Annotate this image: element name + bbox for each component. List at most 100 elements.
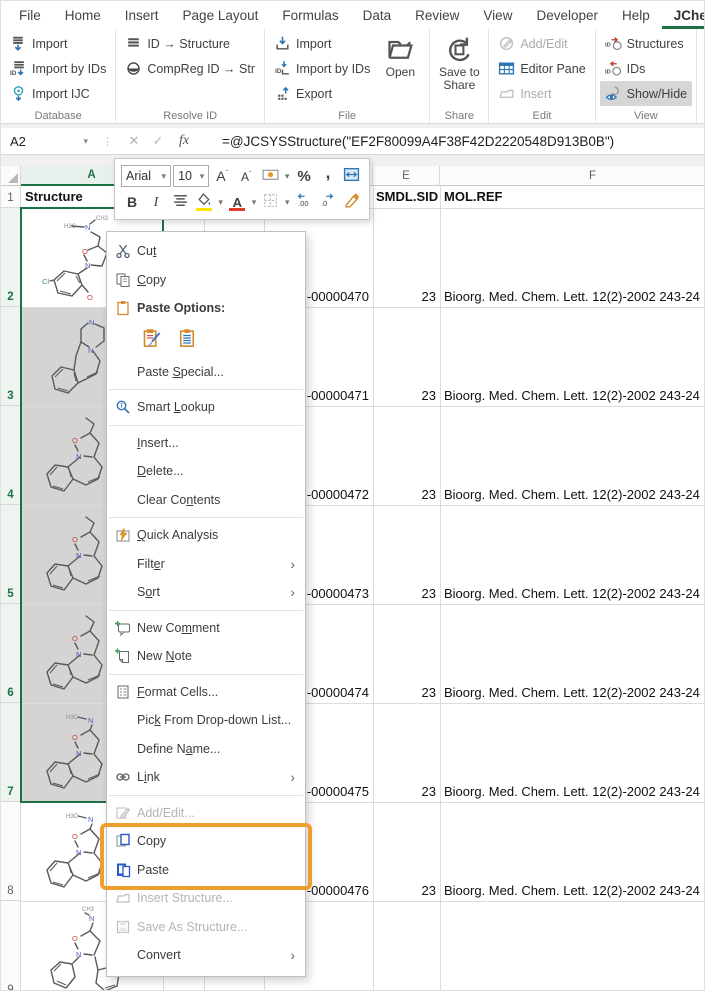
menu-item-insert[interactable]: Insert...	[107, 429, 305, 458]
menu-item-quick-analysis[interactable]: Quick Analysis	[107, 521, 305, 550]
menu-item-new-note[interactable]: New Note	[107, 642, 305, 671]
menu-item-sort[interactable]: Sort›	[107, 578, 305, 607]
row-header-8[interactable]: 8	[1, 802, 21, 901]
font-size-combo[interactable]: 10▾	[173, 165, 209, 187]
tab-help[interactable]: Help	[610, 3, 662, 29]
menu-item-insert-structure[interactable]: Insert Structure...	[107, 884, 305, 913]
name-box[interactable]: A2 ▾	[2, 131, 94, 152]
ribbon-button-editor-pane[interactable]: Editor Pane	[493, 56, 590, 81]
tab-review[interactable]: Review	[403, 3, 471, 29]
select-all-corner[interactable]	[1, 166, 21, 186]
cell-smdl-sid-row-5[interactable]: 23	[375, 586, 436, 601]
row-header-2[interactable]: 2	[1, 208, 21, 307]
tab-insert[interactable]: Insert	[113, 3, 171, 29]
tab-page-layout[interactable]: Page Layout	[171, 3, 271, 29]
tab-view[interactable]: View	[471, 3, 524, 29]
menu-item-add-edit[interactable]: Add/Edit...	[107, 799, 305, 828]
cell-mol-ref-row-6[interactable]: Bioorg. Med. Chem. Lett. 12(2)-2002 243-…	[444, 685, 705, 700]
menu-item-save-as-structure[interactable]: Save As Structure...	[107, 913, 305, 942]
ribbon-button-open[interactable]: Open	[375, 31, 425, 79]
accounting-format-button[interactable]	[259, 165, 281, 187]
cell-mol-ref-row-5[interactable]: Bioorg. Med. Chem. Lett. 12(2)-2002 243-…	[444, 586, 705, 601]
cell-mol-ref-row-4[interactable]: Bioorg. Med. Chem. Lett. 12(2)-2002 243-…	[444, 487, 705, 502]
menu-item-new-comment[interactable]: New Comment	[107, 614, 305, 643]
row-header-4[interactable]: 4	[1, 406, 21, 505]
cell-mol-ref-row-3[interactable]: Bioorg. Med. Chem. Lett. 12(2)-2002 243-…	[444, 388, 705, 403]
ribbon-button-import[interactable]: Import	[269, 31, 375, 56]
menu-item-copy[interactable]: Copy	[107, 266, 305, 295]
tab-jchem[interactable]: JChem	[662, 3, 704, 29]
menu-item-pick-from-list[interactable]: Pick From Drop-down List...	[107, 706, 305, 735]
formula-input[interactable]: =@JCSYSStructure("EF2F80099A4F38F42D2220…	[198, 134, 614, 149]
increase-decimal-button[interactable]: .00	[293, 191, 315, 213]
enter-button[interactable]: ✓	[146, 133, 170, 149]
merge-center-button[interactable]	[341, 165, 363, 187]
chevron-down-icon[interactable]: ▾	[217, 197, 224, 208]
row-header-7[interactable]: 7	[1, 703, 21, 802]
menu-item-paste-special[interactable]: Paste Special...	[107, 358, 305, 387]
ribbon-button-import-ijc[interactable]: Import IJC	[5, 81, 111, 106]
format-painter-button[interactable]	[341, 191, 363, 213]
chevron-down-icon[interactable]: ▾	[250, 197, 257, 208]
cell-smdl-sid-row-2[interactable]: 23	[375, 289, 436, 304]
cell-smdl-sid-row-3[interactable]: 23	[375, 388, 436, 403]
ribbon-button-hex-plus[interactable]	[701, 31, 705, 56]
chevron-down-icon[interactable]: ▾	[162, 171, 167, 182]
chevron-down-icon[interactable]: ▾	[284, 197, 291, 208]
font-color-button[interactable]: A	[226, 191, 248, 213]
cell-smdl-sid-row-7[interactable]: 23	[375, 784, 436, 799]
comma-style-button[interactable]: ,	[317, 165, 339, 187]
cell-mol-ref-row-7[interactable]: Bioorg. Med. Chem. Lett. 12(2)-2002 243-…	[444, 784, 705, 799]
chevron-down-icon[interactable]: ▾	[200, 171, 205, 182]
decrease-decimal-button[interactable]: .0	[317, 191, 339, 213]
menu-item-smart-lookup[interactable]: Smart Lookup	[107, 393, 305, 422]
ribbon-button-export[interactable]: Export	[269, 81, 375, 106]
ribbon-button-sync[interactable]	[701, 81, 705, 106]
menu-item-filter[interactable]: Filter›	[107, 550, 305, 579]
cell-smdl-sid-row-6[interactable]: 23	[375, 685, 436, 700]
paste-values-button[interactable]	[174, 327, 200, 353]
fill-color-button[interactable]	[193, 191, 215, 213]
name-box-dropdown-icon[interactable]: ▾	[83, 136, 88, 147]
bold-button[interactable]: B	[121, 191, 143, 213]
ribbon-button-add-edit[interactable]: Add/Edit	[493, 31, 590, 56]
ribbon-button-id-structure[interactable]: ID → Structure	[120, 31, 260, 56]
ribbon-button-import-by-ids[interactable]: IDImport by IDs	[5, 56, 111, 81]
cell-smdl-sid-row-8[interactable]: 23	[375, 883, 436, 898]
shrink-font-button[interactable]: Aˇ	[235, 165, 257, 187]
column-header-f[interactable]: F	[440, 166, 705, 186]
ribbon-button-structures[interactable]: IDStructures	[600, 31, 692, 56]
cell-mol-ref-row-2[interactable]: Bioorg. Med. Chem. Lett. 12(2)-2002 243-…	[444, 289, 705, 304]
grow-font-button[interactable]: Aˆ	[211, 165, 233, 187]
row-header-9[interactable]: 9	[1, 901, 21, 991]
ribbon-button-hex-minus[interactable]	[701, 56, 705, 81]
tab-formulas[interactable]: Formulas	[270, 3, 350, 29]
menu-item-paste-structure[interactable]: Paste	[107, 856, 305, 885]
font-name-combo[interactable]: Arial▾	[121, 165, 171, 187]
menu-item-define-name[interactable]: Define Name...	[107, 735, 305, 764]
tab-developer[interactable]: Developer	[524, 3, 610, 29]
row-header-6[interactable]: 6	[1, 604, 21, 703]
row-header-1[interactable]: 1	[1, 186, 21, 208]
cell-smdl-sid-row-4[interactable]: 23	[375, 487, 436, 502]
ribbon-button-import-by-ids[interactable]: IDImport by IDs	[269, 56, 375, 81]
menu-item-convert[interactable]: Convert›	[107, 941, 305, 970]
tab-file[interactable]: File	[7, 3, 53, 29]
tab-data[interactable]: Data	[351, 3, 404, 29]
ribbon-button-show-hide[interactable]: Show/Hide	[600, 81, 692, 106]
ribbon-button-save-to-share[interactable]: Save to Share	[434, 31, 484, 92]
ribbon-button-ids[interactable]: IDIDs	[600, 56, 692, 81]
tab-home[interactable]: Home	[53, 3, 113, 29]
chevron-down-icon[interactable]: ▾	[283, 171, 291, 182]
menu-item-copy-structure[interactable]: Copy	[107, 827, 305, 856]
row-header-3[interactable]: 3	[1, 307, 21, 406]
ribbon-button-insert[interactable]: Insert	[493, 81, 590, 106]
italic-button[interactable]: I	[145, 191, 167, 213]
column-header-e[interactable]: E	[373, 166, 440, 186]
ribbon-button-compreg-id-str[interactable]: CompReg ID → Str	[120, 56, 260, 81]
menu-item-format-cells[interactable]: Format Cells...	[107, 678, 305, 707]
insert-function-button[interactable]: fx	[170, 133, 198, 149]
percent-style-button[interactable]: %	[293, 165, 315, 187]
cell-mol-ref-row-8[interactable]: Bioorg. Med. Chem. Lett. 12(2)-2002 243-…	[444, 883, 705, 898]
menu-item-clear-contents[interactable]: Clear Contents	[107, 486, 305, 515]
